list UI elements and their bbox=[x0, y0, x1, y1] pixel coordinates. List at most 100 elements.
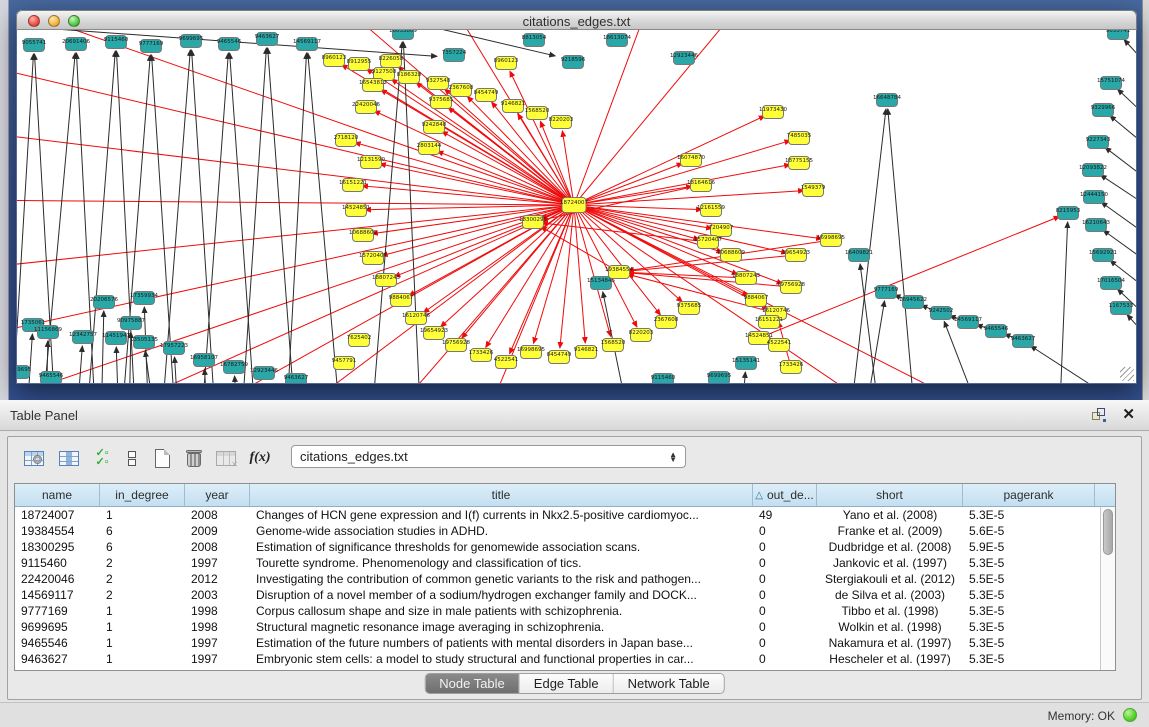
graph-edge[interactable] bbox=[628, 272, 746, 278]
cell-out[interactable]: 0 bbox=[753, 651, 817, 667]
graph-edge[interactable] bbox=[230, 53, 256, 384]
graph-edge[interactable] bbox=[362, 186, 574, 205]
graph-edge[interactable] bbox=[541, 227, 619, 272]
cell-out[interactable]: 0 bbox=[753, 523, 817, 539]
cell-out[interactable]: 0 bbox=[753, 635, 817, 651]
cell-title[interactable]: Changes of HCN gene expression and I(f) … bbox=[250, 507, 753, 523]
graph-edge[interactable] bbox=[741, 372, 745, 384]
cell-pagerank[interactable]: 5.3E-5 bbox=[963, 555, 1095, 571]
graph-edge[interactable] bbox=[628, 273, 791, 287]
graph-edge[interactable] bbox=[152, 55, 176, 384]
cell-in_degree[interactable]: 6 bbox=[100, 523, 185, 539]
graph-edge[interactable] bbox=[17, 131, 574, 205]
window-resize-grip[interactable] bbox=[1120, 367, 1134, 381]
graph-edge[interactable] bbox=[574, 141, 790, 205]
cell-short[interactable]: Franke et al. (2009) bbox=[817, 523, 963, 539]
table-row[interactable]: 969969511998Structural magnetic resonanc… bbox=[15, 619, 1100, 635]
cell-name[interactable]: 9115460 bbox=[15, 555, 100, 571]
cell-in_degree[interactable]: 1 bbox=[100, 507, 185, 523]
graph-edge[interactable] bbox=[201, 53, 228, 384]
cell-year[interactable]: 2009 bbox=[185, 523, 250, 539]
network-graph[interactable]: 9055741206914069115460977716996996959465… bbox=[17, 30, 1137, 384]
cell-year[interactable]: 2008 bbox=[185, 507, 250, 523]
cell-year[interactable]: 2003 bbox=[185, 587, 250, 603]
graph-edge[interactable] bbox=[574, 186, 692, 205]
cell-out[interactable]: 0 bbox=[753, 587, 817, 603]
cell-title[interactable]: Investigating the contribution of common… bbox=[250, 571, 753, 587]
network-window-titlebar[interactable]: citations_edges.txt bbox=[16, 10, 1137, 30]
column-header-year[interactable]: year bbox=[185, 484, 250, 506]
graph-edge[interactable] bbox=[175, 357, 179, 384]
cell-short[interactable]: Wolkin et al. (1998) bbox=[817, 619, 963, 635]
row-select-icon[interactable]: ✓▫✓▫ bbox=[88, 444, 116, 472]
graph-edge[interactable] bbox=[76, 346, 82, 384]
cell-short[interactable]: de Silva et al. (2003) bbox=[817, 587, 963, 603]
cell-name[interactable]: 18724007 bbox=[15, 507, 100, 523]
cell-in_degree[interactable]: 2 bbox=[100, 587, 185, 603]
graph-edge[interactable] bbox=[17, 30, 574, 205]
cell-pagerank[interactable]: 5.3E-5 bbox=[963, 603, 1095, 619]
cell-year[interactable]: 2012 bbox=[185, 571, 250, 587]
cell-name[interactable]: 18300295 bbox=[15, 539, 100, 555]
tab-edge-table[interactable]: Edge Table bbox=[520, 674, 614, 693]
cell-year[interactable]: 1998 bbox=[185, 619, 250, 635]
cell-name[interactable]: 22420046 bbox=[15, 571, 100, 587]
vertical-scrollbar[interactable] bbox=[1100, 507, 1115, 670]
cell-in_degree[interactable]: 2 bbox=[100, 571, 185, 587]
cell-pagerank[interactable]: 5.6E-5 bbox=[963, 523, 1095, 539]
tab-node-table[interactable]: Node Table bbox=[425, 674, 520, 693]
cell-title[interactable]: Structural magnetic resonance image aver… bbox=[250, 619, 753, 635]
table-row[interactable]: 977716911998Corpus callosum shape and si… bbox=[15, 603, 1100, 619]
column-header-pagerank[interactable]: pagerank bbox=[963, 484, 1095, 506]
table-row[interactable]: 1872400712008Changes of HCN gene express… bbox=[15, 507, 1100, 523]
cell-in_degree[interactable]: 1 bbox=[100, 619, 185, 635]
cell-pagerank[interactable]: 5.3E-5 bbox=[963, 507, 1095, 523]
graph-edge[interactable] bbox=[17, 200, 574, 205]
cell-title[interactable]: Disruption of a novel member of a sodium… bbox=[250, 587, 753, 603]
graph-edge[interactable] bbox=[1124, 40, 1137, 80]
column-header-in_degree[interactable]: in_degree bbox=[100, 484, 185, 506]
table-row[interactable]: 911546021997Tourette syndrome. Phenomeno… bbox=[15, 555, 1100, 571]
graph-edge[interactable] bbox=[268, 48, 296, 384]
table-settings-icon[interactable] bbox=[20, 444, 48, 472]
cell-in_degree[interactable]: 1 bbox=[100, 651, 185, 667]
float-panel-icon[interactable] bbox=[1092, 408, 1107, 423]
graph-edge[interactable] bbox=[759, 216, 1060, 338]
cell-pagerank[interactable]: 5.5E-5 bbox=[963, 571, 1095, 587]
cell-title[interactable]: Corpus callosum shape and size in male p… bbox=[250, 603, 753, 619]
cell-name[interactable]: 14569117 bbox=[15, 587, 100, 603]
cell-year[interactable]: 1997 bbox=[185, 651, 250, 667]
graph-edge[interactable] bbox=[574, 30, 755, 205]
graph-edge[interactable] bbox=[241, 48, 266, 384]
graph-edge[interactable] bbox=[860, 264, 881, 384]
cell-name[interactable]: 9777169 bbox=[15, 603, 100, 619]
cell-short[interactable]: Tibbo et al. (1998) bbox=[817, 603, 963, 619]
cell-short[interactable]: Nakamura et al. (1997) bbox=[817, 635, 963, 651]
cell-pagerank[interactable]: 5.3E-5 bbox=[963, 619, 1095, 635]
cell-year[interactable]: 2008 bbox=[185, 539, 250, 555]
table-row[interactable]: 2242004622012Investigating the contribut… bbox=[15, 571, 1100, 587]
cell-title[interactable]: Estimation of significance thresholds fo… bbox=[250, 539, 753, 555]
cell-out[interactable]: 0 bbox=[753, 619, 817, 635]
graph-edge[interactable] bbox=[849, 109, 886, 384]
cell-out[interactable]: 0 bbox=[753, 571, 817, 587]
cell-in_degree[interactable]: 6 bbox=[100, 539, 185, 555]
column-visibility-icon[interactable] bbox=[55, 444, 83, 472]
cell-short[interactable]: Stergiakouli et al. (2012) bbox=[817, 571, 963, 587]
column-header-out[interactable]: △out_de... bbox=[753, 484, 817, 506]
row-height-icon[interactable] bbox=[118, 444, 146, 472]
table-row[interactable]: 1830029562008Estimation of significance … bbox=[15, 539, 1100, 555]
graph-edge[interactable] bbox=[161, 50, 190, 384]
column-header-title[interactable]: title bbox=[250, 484, 753, 506]
cell-title[interactable]: Estimation of the future numbers of pati… bbox=[250, 635, 753, 651]
table-row[interactable]: 1456911722003Disruption of a novel membe… bbox=[15, 587, 1100, 603]
cell-year[interactable]: 1997 bbox=[185, 555, 250, 571]
cell-short[interactable]: Dudbridge et al. (2008) bbox=[817, 539, 963, 555]
cell-name[interactable]: 9465546 bbox=[15, 635, 100, 651]
scrollbar-thumb[interactable] bbox=[1103, 509, 1113, 555]
tab-network-table[interactable]: Network Table bbox=[614, 674, 724, 693]
cell-pagerank[interactable]: 5.3E-5 bbox=[963, 635, 1095, 651]
graph-edge[interactable] bbox=[442, 131, 574, 205]
graph-edge[interactable] bbox=[510, 71, 574, 205]
graph-edge[interactable] bbox=[574, 191, 804, 205]
